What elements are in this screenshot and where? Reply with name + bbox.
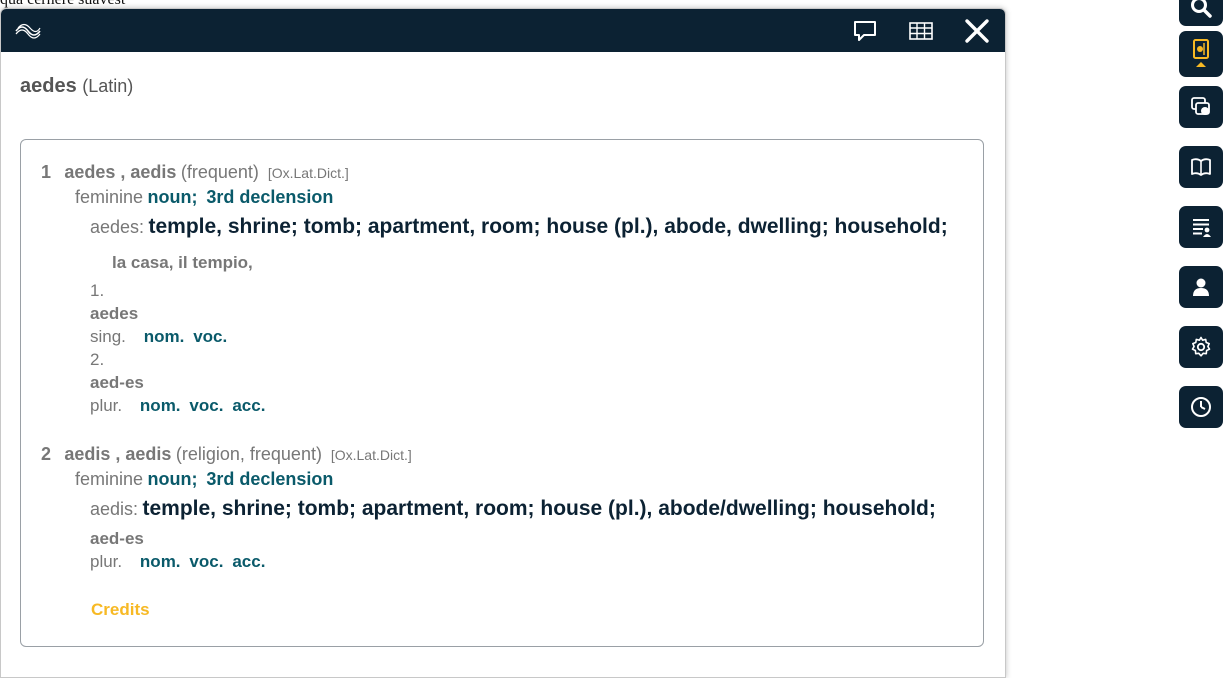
inflected-form: aed-es: [90, 529, 144, 548]
inflected-form: aed-es: [90, 373, 144, 392]
case-label: acc.: [232, 396, 266, 415]
reader-button[interactable]: [1179, 146, 1223, 188]
entry-2-heading: 2 aedis , aedis (religion, frequent) [Ox…: [41, 444, 412, 465]
dictionary-button[interactable]: [1179, 31, 1223, 77]
table-button[interactable]: [907, 17, 935, 45]
definition-text: temple, shrine; tomb; apartment, room; h…: [148, 215, 948, 238]
list-icon: [1193, 219, 1211, 237]
entry-1-heading: 1 aedes , aedis (frequent) [Ox.Lat.Dict.…: [41, 162, 349, 183]
case-label: nom.: [143, 327, 185, 346]
user-icon: [1193, 278, 1209, 296]
entry-1-definition: aedes: temple, shrine; tomb; apartment, …: [90, 215, 948, 239]
form-cases: sing. nom. voc.: [90, 327, 227, 347]
entry-note: (religion, frequent): [175, 444, 322, 464]
entry-number: 2: [41, 444, 52, 464]
inflected-form: aedes: [90, 304, 139, 323]
search-icon: [1191, 0, 1212, 18]
definition-label: aedes:: [90, 217, 145, 237]
entries-panel: 1 aedes , aedis (frequent) [Ox.Lat.Dict.…: [20, 139, 984, 647]
case-label: voc.: [189, 552, 224, 571]
case-label: acc.: [232, 552, 266, 571]
open-book-icon: [1191, 158, 1211, 176]
clock-icon: [1191, 397, 1211, 417]
profile-button[interactable]: [1179, 266, 1223, 308]
cards-icon: [1191, 97, 1210, 115]
case-label: voc.: [189, 396, 224, 415]
entry-lemma: aedes , aedis: [64, 162, 177, 182]
entry-pos: noun;: [147, 187, 198, 207]
word-title: aedes (Latin): [20, 75, 133, 98]
entry-source: [Ox.Lat.Dict.]: [267, 165, 349, 181]
entry-declension: 3rd declension: [206, 469, 334, 489]
close-icon: [965, 19, 989, 43]
credits-link[interactable]: Credits: [91, 600, 150, 620]
grammatical-number: plur.: [90, 396, 123, 415]
entry-note: (frequent): [180, 162, 259, 182]
form-index: 2.: [90, 350, 105, 369]
comment-button[interactable]: [851, 17, 879, 45]
case-label: voc.: [193, 327, 228, 346]
speech-bubble-icon: [854, 21, 876, 41]
headword: aedes: [20, 75, 77, 97]
grid-table-icon: [909, 22, 933, 40]
settings-button[interactable]: [1179, 326, 1223, 368]
flashcards-button[interactable]: [1179, 86, 1223, 128]
book-card-icon: [1193, 39, 1209, 67]
entry-lemma: aedis , aedis: [64, 444, 172, 464]
entry-declension: 3rd declension: [206, 187, 334, 207]
dictionary-popup: aedes (Latin) 1 aedes , aedis (frequent)…: [0, 8, 1006, 678]
gear-icon: [1191, 336, 1211, 357]
history-button[interactable]: [1179, 386, 1223, 428]
definition-label: aedis:: [90, 499, 139, 519]
popup-header: [1, 9, 1005, 52]
language-label: (Latin): [82, 76, 134, 96]
entry-number: 1: [41, 162, 52, 182]
entry-source: [Ox.Lat.Dict.]: [330, 447, 412, 463]
close-button[interactable]: [963, 17, 991, 45]
translation-text: la casa, il tempio,: [112, 253, 253, 272]
entry-2-grammar: feminine noun; 3rd declension: [75, 469, 333, 490]
sound-wave-logo-icon: [14, 21, 42, 41]
search-button[interactable]: [1179, 0, 1223, 26]
entry-1-grammar: feminine noun; 3rd declension: [75, 187, 333, 208]
entry-2-definition: aedis: temple, shrine; tomb; apartment, …: [90, 497, 936, 521]
grammatical-number: plur.: [90, 552, 123, 571]
entry-gender: feminine: [75, 187, 144, 207]
form-cases: plur. nom. voc. acc.: [90, 552, 265, 572]
grammatical-number: sing.: [90, 327, 126, 346]
definition-text: temple, shrine; tomb; apartment, room; h…: [142, 497, 936, 520]
case-label: nom.: [139, 552, 181, 571]
word-list-button[interactable]: [1179, 206, 1223, 248]
entry-gender: feminine: [75, 469, 144, 489]
entry-pos: noun;: [147, 469, 198, 489]
case-label: nom.: [139, 396, 181, 415]
form-cases: plur. nom. voc. acc.: [90, 396, 265, 416]
form-index: 1.: [90, 281, 105, 300]
